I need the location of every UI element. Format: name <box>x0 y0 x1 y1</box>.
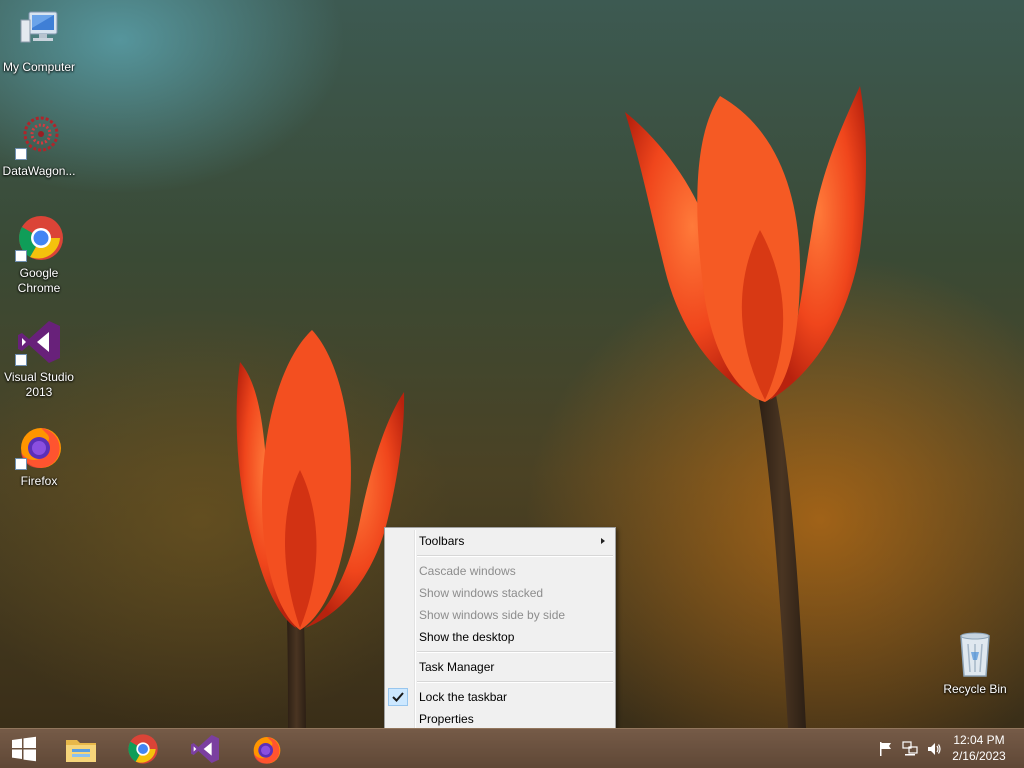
menu-separator <box>417 681 613 683</box>
firefox-icon <box>15 422 63 470</box>
desktop-icon-recycle-bin[interactable]: Recycle Bin <box>936 630 1014 697</box>
desktop-icon-label: Firefox <box>20 474 58 488</box>
clock-time: 12:04 PM <box>953 733 1005 747</box>
desktop-icon-google-chrome[interactable]: Google Chrome <box>0 214 78 296</box>
shortcut-arrow-icon <box>15 354 27 366</box>
datawagon-icon <box>15 112 63 160</box>
taskbar-chrome[interactable] <box>119 729 167 768</box>
submenu-arrow-icon <box>601 538 605 544</box>
menu-item-label: Toolbars <box>419 534 465 548</box>
menu-separator <box>417 555 613 557</box>
menu-item-label: Cascade windows <box>419 564 516 578</box>
volume-icon[interactable] <box>926 741 942 757</box>
menu-item-task-manager[interactable]: Task Manager <box>385 656 615 678</box>
taskbar[interactable]: 12:04 PM 2/16/2023 <box>0 728 1024 768</box>
menu-item-show-windows-stacked: Show windows stacked <box>385 582 615 604</box>
desktop[interactable]: My Computer DataWagon... Google Chrome V… <box>0 0 1024 728</box>
start-icon <box>12 736 36 761</box>
menu-item-label: Show windows side by side <box>419 608 566 622</box>
chrome-icon <box>15 214 63 262</box>
desktop-icon-visual-studio[interactable]: Visual Studio 2013 <box>0 318 78 400</box>
desktop-icon-datawagon[interactable]: DataWagon... <box>0 112 78 179</box>
desktop-icon-label: Recycle Bin <box>943 682 1007 696</box>
start-button[interactable] <box>0 729 48 768</box>
checkmark-icon <box>388 688 408 706</box>
taskbar-firefox[interactable] <box>243 729 291 768</box>
taskbar-visual-studio[interactable] <box>181 729 229 768</box>
desktop-icon-label: Visual Studio 2013 <box>4 370 74 399</box>
clock-date: 2/16/2023 <box>952 749 1006 763</box>
shortcut-arrow-icon <box>15 250 27 262</box>
desktop-icon-label: Google Chrome <box>17 266 61 295</box>
menu-item-label: Lock the taskbar <box>419 690 508 704</box>
menu-item-properties[interactable]: Properties <box>385 708 615 728</box>
menu-item-label: Task Manager <box>419 660 495 674</box>
shortcut-arrow-icon <box>15 458 27 470</box>
menu-separator <box>417 651 613 653</box>
firefox-icon <box>253 736 281 764</box>
menu-item-label: Show windows stacked <box>419 586 544 600</box>
action-center-flag-icon[interactable] <box>878 741 894 757</box>
desktop-icon-label: My Computer <box>2 60 76 74</box>
menu-item-label: Properties <box>419 712 474 726</box>
menu-item-toolbars[interactable]: Toolbars <box>385 530 615 552</box>
menu-item-cascade-windows: Cascade windows <box>385 560 615 582</box>
menu-item-lock-the-taskbar[interactable]: Lock the taskbar <box>385 686 615 708</box>
recycle-bin-icon <box>951 630 999 678</box>
shortcut-arrow-icon <box>15 148 27 160</box>
visual-studio-icon <box>191 734 219 763</box>
chrome-icon <box>128 733 158 764</box>
desktop-icon-my-computer[interactable]: My Computer <box>0 8 78 75</box>
system-tray: 12:04 PM 2/16/2023 <box>864 729 1024 768</box>
menu-item-label: Show the desktop <box>419 630 515 644</box>
menu-item-show-windows-side-by-side: Show windows side by side <box>385 604 615 626</box>
taskbar-file-explorer[interactable] <box>57 729 105 768</box>
computer-icon <box>15 8 63 56</box>
menu-item-show-the-desktop[interactable]: Show the desktop <box>385 626 615 648</box>
network-icon[interactable] <box>902 741 918 757</box>
visual-studio-icon <box>15 318 63 366</box>
desktop-icon-firefox[interactable]: Firefox <box>0 422 78 489</box>
taskbar-clock[interactable]: 12:04 PM 2/16/2023 <box>944 732 1014 764</box>
desktop-icon-label: DataWagon... <box>2 164 76 178</box>
taskbar-context-menu: Toolbars Cascade windows Show windows st… <box>384 527 616 728</box>
file-explorer-icon <box>66 739 96 762</box>
